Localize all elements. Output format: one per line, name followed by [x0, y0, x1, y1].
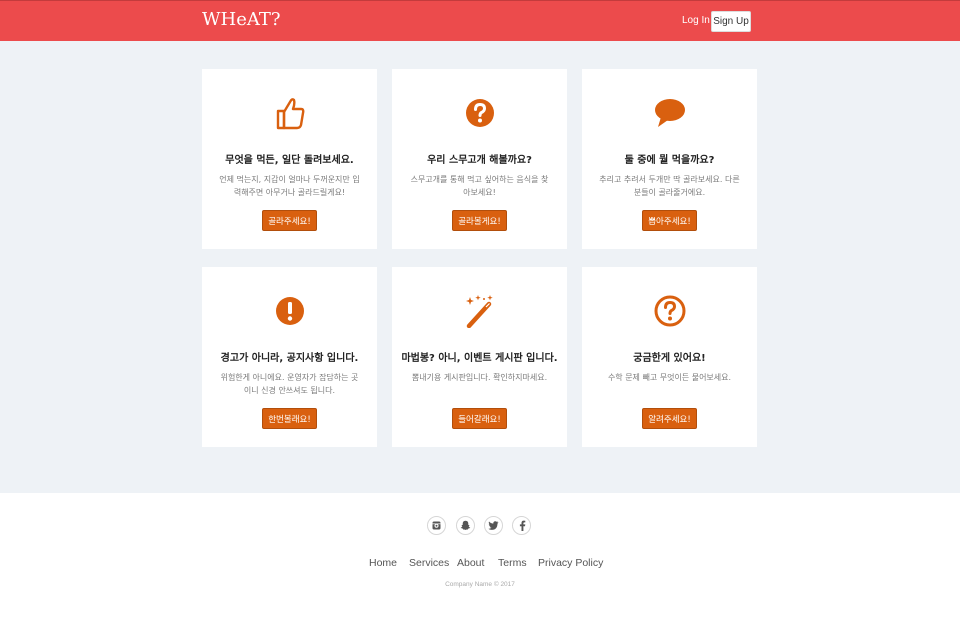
- exclamation-circle-icon: [202, 293, 377, 329]
- card-button[interactable]: 골라볼게요!: [452, 210, 507, 231]
- card-questions: 궁금한게 있어요! 수학 문제 빼고 무엇이든 물어보세요. 알려주세요!: [582, 267, 757, 447]
- instagram-icon[interactable]: [427, 516, 446, 535]
- card-description: 뽐내기용 게시판입니다. 확인하지마세요.: [411, 373, 548, 382]
- card-button[interactable]: 알려주세요!: [642, 408, 697, 429]
- card-description: 스무고개를 통해 먹고 싶어하는 음식을 찾아보세요!: [410, 175, 549, 197]
- speech-bubble-icon: [582, 95, 757, 131]
- footer-link-privacy-policy[interactable]: Privacy Policy: [538, 557, 603, 569]
- card-button[interactable]: 들어갈래요!: [452, 408, 507, 429]
- card-title: 우리 스무고개 해볼까요?: [427, 155, 532, 166]
- footer: Home Services About Terms Privacy Policy…: [0, 493, 960, 620]
- card-button[interactable]: 한번볼래요!: [262, 408, 317, 429]
- signup-button[interactable]: Sign Up: [711, 11, 751, 32]
- card-event-board: 마법봉? 아니, 이벤트 게시판 입니다. 뽐내기용 게시판입니다. 확인하지마…: [392, 267, 567, 447]
- question-circle-icon: [392, 95, 567, 131]
- copyright-text: Company Name © 2017: [445, 581, 515, 588]
- footer-link-services[interactable]: Services: [409, 557, 449, 569]
- footer-link-terms[interactable]: Terms: [498, 557, 527, 569]
- card-title: 궁금한게 있어요!: [633, 353, 706, 364]
- magic-wand-icon: [392, 293, 567, 329]
- card-description: 수학 문제 빼고 무엇이든 물어보세요.: [607, 373, 732, 382]
- footer-link-about[interactable]: About: [457, 557, 484, 569]
- question-circle-outline-icon: [582, 293, 757, 329]
- card-title: 마법봉? 아니, 이벤트 게시판 입니다.: [401, 353, 558, 364]
- facebook-icon[interactable]: [512, 516, 531, 535]
- card-description: 추리고 추려서 두개만 딱 골라보세요. 다른분들이 골라줄거에요.: [599, 175, 740, 197]
- card-title: 무엇을 먹든, 일단 돌려보세요.: [225, 155, 354, 166]
- card-title: 경고가 아니라, 공지사항 입니다.: [220, 353, 359, 364]
- card-button[interactable]: 뽑아주세요!: [642, 210, 697, 231]
- card-twenty-questions: 우리 스무고개 해볼까요? 스무고개를 통해 먹고 싶어하는 음식을 찾아보세요…: [392, 69, 567, 249]
- main-content: 무엇을 먹든, 일단 돌려보세요. 언제 먹는지, 지갑이 얼마나 두꺼운지만 …: [0, 41, 960, 493]
- card-description: 언제 먹는지, 지갑이 얼마나 두꺼운지만 입력해주면 아무거나 골라드릴게요!: [219, 175, 360, 197]
- login-link[interactable]: Log In: [682, 15, 710, 26]
- brand-logo[interactable]: WHeAT?: [202, 9, 281, 30]
- footer-link-home[interactable]: Home: [369, 557, 397, 569]
- twitter-icon[interactable]: [484, 516, 503, 535]
- card-button[interactable]: 골라주세요!: [262, 210, 317, 231]
- snapchat-icon[interactable]: [456, 516, 475, 535]
- card-notice: 경고가 아니라, 공지사항 입니다. 위험한게 아니에요. 운영자가 잡담하는 …: [202, 267, 377, 447]
- card-description: 위험한게 아니에요. 운영자가 잡담하는 곳이니 신경 안쓰셔도 됩니다.: [220, 373, 359, 395]
- thumbs-up-icon: [202, 95, 377, 131]
- card-pick-two: 둘 중에 뭘 먹을까요? 추리고 추려서 두개만 딱 골라보세요. 다른분들이 …: [582, 69, 757, 249]
- top-navbar: WHeAT? Log In Sign Up: [0, 0, 960, 41]
- card-random-pick: 무엇을 먹든, 일단 돌려보세요. 언제 먹는지, 지갑이 얼마나 두꺼운지만 …: [202, 69, 377, 249]
- card-title: 둘 중에 뭘 먹을까요?: [624, 155, 715, 166]
